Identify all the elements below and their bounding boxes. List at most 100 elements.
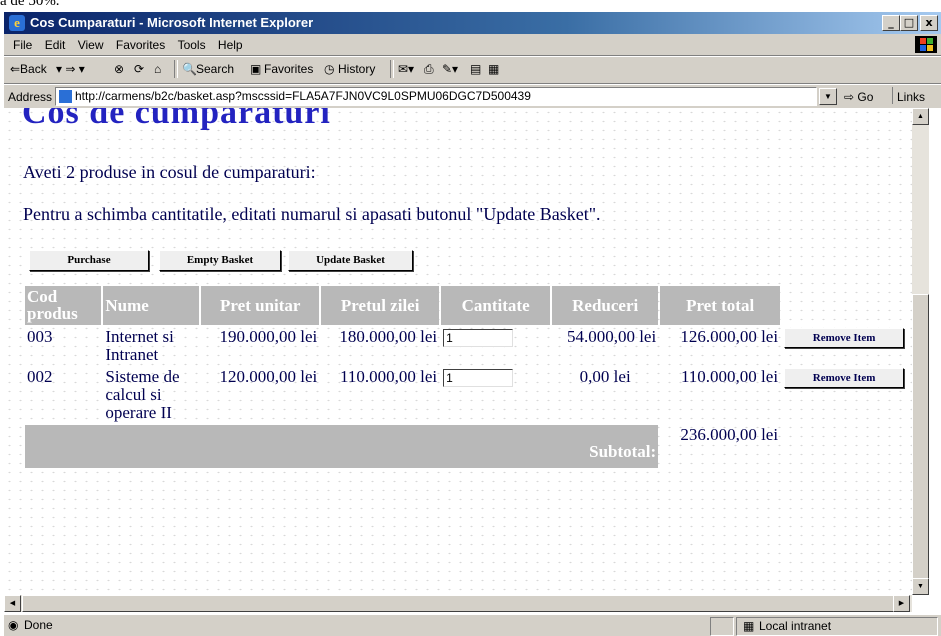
cell-remove: Remove Item	[782, 327, 910, 365]
menu-file[interactable]: File	[13, 38, 32, 52]
update-basket-button[interactable]: Update Basket	[288, 250, 413, 271]
cell-nume: Sisteme de calcul si operare II	[105, 367, 180, 422]
address-bar: Address http://carmens/b2c/basket.asp?ms…	[4, 84, 941, 108]
cell-pret-unitar: 190.000,00 lei	[219, 327, 318, 346]
horizontal-scroll-thumb[interactable]	[22, 595, 894, 612]
cell-reduceri: 54.000,00 lei	[566, 327, 657, 346]
basket-table: Cod produs Nume Pret unitar Pretul zilei…	[23, 284, 912, 470]
menu-bar: File Edit View Favorites Tools Help	[4, 34, 941, 56]
cell-cod: 003	[27, 327, 53, 346]
home-icon[interactable]: ⌂	[154, 62, 161, 76]
print-icon[interactable]: ⎙	[424, 62, 434, 77]
remove-item-button[interactable]: Remove Item	[784, 368, 905, 388]
history-button[interactable]: History	[338, 62, 375, 76]
column-header: Pret unitar	[201, 286, 320, 325]
table-row: 003 Internet si Intranet 190.000,00 lei …	[25, 327, 910, 365]
back-forward-arrows[interactable]: ▾ ⇒ ▾	[56, 62, 85, 76]
minimize-button[interactable]: _	[882, 15, 900, 31]
cell-pret-zilei: 110.000,00 lei	[340, 367, 438, 386]
standard-toolbar: ⇐Back ▾ ⇒ ▾ ⊗ ⟳ ⌂ 🔍 Search ▣ Favorites ◷…	[4, 56, 941, 84]
menu-tools[interactable]: Tools	[178, 38, 206, 52]
column-header: Reduceri	[552, 286, 659, 325]
menu-favorites[interactable]: Favorites	[116, 38, 165, 52]
remove-item-button[interactable]: Remove Item	[784, 328, 905, 348]
go-label: Go	[857, 90, 874, 104]
zone-panel: ▦ Local intranet	[736, 617, 938, 636]
scroll-right-icon[interactable]: ▶	[893, 595, 910, 612]
page-content: Cos de cumparaturi Aveti 2 produse in co…	[4, 108, 912, 595]
vertical-scrollbar[interactable]: ▲ ▼	[912, 108, 929, 595]
cell-cantitate	[441, 367, 550, 423]
cell-cantitate	[441, 327, 550, 365]
mail-icon[interactable]: ✉▾	[398, 62, 414, 76]
cell-cod: 002	[27, 367, 53, 386]
intranet-zone-icon: ▦	[743, 619, 755, 633]
back-button[interactable]: ⇐Back	[10, 62, 47, 76]
table-row: 002 Sisteme de calcul si operare II 120.…	[25, 367, 910, 423]
window-title: Cos Cumparaturi - Microsoft Internet Exp…	[30, 15, 314, 30]
address-dropdown-button[interactable]: ▼	[819, 88, 837, 105]
zone-label: Local intranet	[759, 619, 832, 633]
header-spacer	[782, 286, 910, 325]
stop-icon[interactable]: ⊗	[114, 62, 124, 76]
links-button[interactable]: Links	[892, 87, 925, 104]
maximize-button[interactable]: □	[900, 15, 918, 31]
purchase-button[interactable]: Purchase	[29, 250, 149, 271]
close-button[interactable]: x	[920, 15, 938, 31]
search-button[interactable]: Search	[196, 62, 234, 76]
empty-basket-button[interactable]: Empty Basket	[159, 250, 281, 271]
page-title: Cos de cumparaturi	[22, 108, 331, 131]
column-header: Cod produs	[25, 286, 102, 325]
subtotal-spacer	[782, 425, 910, 468]
address-url[interactable]: http://carmens/b2c/basket.asp?mscssid=FL…	[75, 89, 531, 103]
column-header: Nume	[103, 286, 200, 325]
cell-pret-zilei: 180.000,00 lei	[339, 327, 438, 346]
go-button[interactable]: ⇨ Go	[844, 90, 873, 104]
stray-document-text: a de 50%.	[0, 0, 60, 8]
table-header-row: Cod produs Nume Pret unitar Pretul zilei…	[25, 286, 910, 325]
address-label: Address	[8, 90, 53, 104]
cell-nume: Internet si Intranet	[105, 327, 174, 364]
column-header: Cantitate	[441, 286, 551, 325]
internet-explorer-icon: e	[9, 15, 25, 31]
status-text: Done	[24, 618, 53, 632]
search-icon[interactable]: 🔍	[182, 62, 197, 76]
history-icon[interactable]: ◷	[324, 62, 334, 76]
cell-reduceri: 0,00 lei	[579, 367, 631, 386]
cell-pret-total: 110.000,00 lei	[680, 367, 779, 386]
scroll-left-icon[interactable]: ◀	[4, 595, 21, 612]
favorites-icon[interactable]: ▣	[250, 62, 261, 76]
menu-view[interactable]: View	[78, 38, 104, 52]
messenger-icon[interactable]: ▦	[488, 62, 499, 76]
quantity-input[interactable]	[443, 329, 514, 347]
column-header: Pretul zilei	[321, 286, 440, 325]
items-message: Aveti 2 produse in cosul de cumparaturi:	[23, 162, 316, 182]
favorites-button[interactable]: Favorites	[264, 62, 313, 76]
address-input[interactable]: http://carmens/b2c/basket.asp?mscssid=FL…	[55, 87, 817, 106]
subtotal-value: 236.000,00 lei	[680, 425, 779, 444]
page-icon	[59, 90, 72, 104]
quantity-input[interactable]	[443, 369, 514, 387]
refresh-icon[interactable]: ⟳	[134, 62, 144, 76]
vertical-scroll-thumb[interactable]	[912, 294, 929, 580]
windows-logo-icon	[915, 36, 937, 53]
scroll-up-icon[interactable]: ▲	[912, 108, 929, 125]
scroll-down-icon[interactable]: ▼	[912, 578, 929, 595]
horizontal-scrollbar[interactable]: ◀ ▶	[4, 595, 912, 612]
go-arrow-icon: ⇨	[844, 90, 855, 104]
instructions-text: Pentru a schimba cantitatile, editati nu…	[23, 204, 601, 224]
cell-pret-total: 126.000,00 lei	[680, 327, 779, 346]
cell-pret-unitar: 120.000,00 lei	[219, 367, 318, 386]
menu-help[interactable]: Help	[218, 38, 243, 52]
page-done-icon: ◉	[8, 618, 19, 632]
menu-edit[interactable]: Edit	[45, 38, 66, 52]
discuss-icon[interactable]: ▤	[470, 62, 481, 76]
subtotal-row: Subtotal: 236.000,00 lei	[25, 425, 910, 468]
cell-remove: Remove Item	[782, 367, 910, 423]
column-header: Pret total	[660, 286, 781, 325]
window-title-bar: e Cos Cumparaturi - Microsoft Internet E…	[4, 12, 941, 34]
subtotal-label: Subtotal:	[25, 425, 659, 468]
edit-icon[interactable]: ✎▾	[442, 62, 458, 76]
status-panel	[710, 617, 734, 636]
status-bar: ◉ Done ▦ Local intranet	[4, 614, 941, 636]
